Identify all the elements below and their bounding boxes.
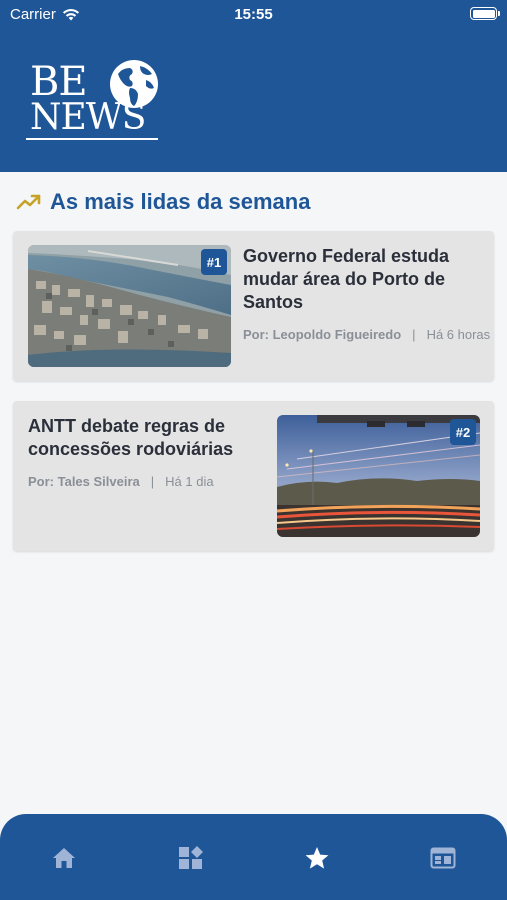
article-card-2[interactable]: ANTT debate regras de concessões rodoviá… (13, 401, 494, 551)
logo-text-be: BE (30, 59, 88, 105)
section-title: As mais lidas da semana (50, 189, 311, 214)
tab-favorites[interactable] (303, 844, 331, 872)
article-meta: Por: Tales Silveira | Há 1 dia (28, 474, 214, 489)
home-icon (53, 848, 75, 868)
article-time: Há 1 dia (165, 474, 214, 489)
status-bar: Carrier 15:55 (0, 0, 507, 30)
article-meta: Por: Leopoldo Figueiredo | Há 6 horas (243, 327, 490, 342)
trending-up-icon (16, 194, 41, 210)
section-header: As mais lidas da semana (16, 186, 310, 218)
tab-home[interactable] (50, 844, 78, 872)
globe-icon (110, 60, 158, 108)
article-title[interactable]: Governo Federal estuda mudar área do Por… (243, 245, 483, 314)
star-icon (305, 847, 329, 869)
tab-calendar[interactable] (429, 844, 457, 872)
battery-icon (470, 7, 500, 20)
tab-categories[interactable] (177, 844, 205, 872)
rank-badge: #1 (201, 249, 227, 275)
categories-icon (179, 846, 203, 869)
article-author: Por: Tales Silveira (28, 474, 140, 489)
bottom-tab-bar (0, 814, 507, 900)
calendar-icon (430, 847, 456, 869)
article-author: Por: Leopoldo Figueiredo (243, 327, 402, 342)
rank-badge: #2 (450, 419, 476, 445)
article-title[interactable]: ANTT debate regras de concessões rodoviá… (28, 415, 263, 461)
meta-separator: | (150, 474, 155, 489)
logo-underline (26, 138, 158, 140)
article-thumbnail-highway: #2 (277, 415, 480, 537)
article-thumbnail-port: #1 (28, 245, 231, 367)
be-news-logo[interactable]: BE NEWS (26, 58, 166, 142)
article-time: Há 6 horas (426, 327, 491, 342)
clock: 15:55 (234, 6, 273, 23)
app-header: Carrier 15:55 BE NEWS (0, 0, 507, 172)
article-card-1[interactable]: #1 Governo Federal estuda mudar área do … (13, 231, 494, 381)
meta-separator: | (412, 327, 416, 342)
